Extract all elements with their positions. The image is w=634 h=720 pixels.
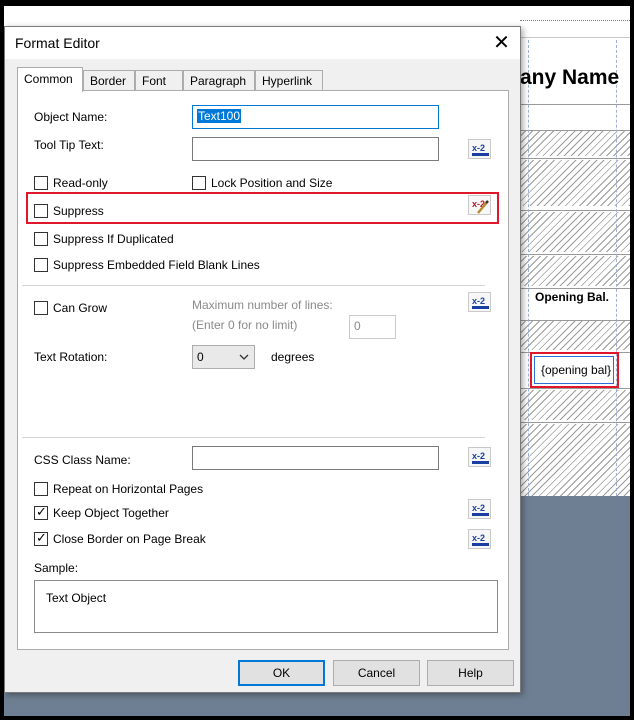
common-tab-panel <box>17 90 509 650</box>
tab-common[interactable]: Common <box>17 67 83 92</box>
close-border-label: Close Border on Page Break <box>53 532 206 546</box>
svg-text:x-2: x-2 <box>472 503 485 513</box>
band-hatch <box>520 212 630 252</box>
tooltip-text-input[interactable] <box>192 137 439 161</box>
suppress-formula-button[interactable]: x-2 <box>468 195 491 215</box>
formula-active-icon: x-2 <box>472 199 489 214</box>
object-name-input[interactable]: Text100 <box>192 105 439 129</box>
formula-icon: x-2 <box>472 503 489 516</box>
max-lines-hint: (Enter 0 for no limit) <box>192 318 298 332</box>
text-rotation-dropdown[interactable]: 0 <box>192 345 255 369</box>
band-hatch <box>520 160 630 206</box>
tab-hyperlink[interactable]: Hyperlink <box>255 70 323 91</box>
band-hatch <box>520 256 630 286</box>
screen-border-right <box>630 0 634 720</box>
band-hatch <box>520 424 630 496</box>
opening-bal-label: Opening Bal. <box>535 290 610 304</box>
sample-preview: Text Object <box>34 580 498 633</box>
css-class-formula-button[interactable]: x-2 <box>468 447 491 467</box>
section-divider <box>22 285 485 286</box>
object-name-value: Text100 <box>197 109 242 123</box>
ruler-ticks <box>520 20 630 28</box>
company-name-heading: any Name <box>520 66 620 89</box>
suppress-if-duplicated-label: Suppress If Duplicated <box>53 232 174 246</box>
repeat-horizontal-label: Repeat on Horizontal Pages <box>53 482 204 496</box>
repeat-horizontal-box <box>34 482 48 496</box>
band-hatch <box>520 390 630 420</box>
can-grow-box <box>34 301 48 315</box>
read-only-label: Read-only <box>53 176 108 190</box>
screen-border-bottom <box>0 716 634 720</box>
can-grow-label: Can Grow <box>53 301 108 315</box>
lock-position-label: Lock Position and Size <box>211 176 333 190</box>
tooltip-text-label: Tool Tip Text: <box>34 138 104 152</box>
cancel-button[interactable]: Cancel <box>333 660 420 686</box>
sample-label: Sample: <box>34 561 79 575</box>
css-class-input[interactable] <box>192 446 439 470</box>
max-lines-input[interactable]: 0 <box>349 315 396 339</box>
keep-together-formula-button[interactable]: x-2 <box>468 499 491 519</box>
css-class-label: CSS Class Name: <box>34 453 131 467</box>
horizontal-ruler <box>520 6 630 38</box>
formula-icon: x-2 <box>472 451 489 464</box>
tooltip-formula-button[interactable]: x-2 <box>468 139 491 159</box>
chevron-down-icon <box>239 354 249 360</box>
tab-border[interactable]: Border <box>83 70 135 91</box>
degrees-label: degrees <box>271 350 315 364</box>
checkmark-icon: ✓ <box>36 504 47 519</box>
formula-icon: x-2 <box>472 143 489 156</box>
suppress-blank-lines-box <box>34 258 48 272</box>
tab-paragraph[interactable]: Paragraph <box>183 70 255 91</box>
close-border-formula-button[interactable]: x-2 <box>468 529 491 549</box>
max-lines-label: Maximum number of lines: <box>192 298 333 312</box>
keep-together-box: ✓ <box>34 504 48 520</box>
opening-field-highlight <box>530 352 619 388</box>
svg-text:x-2: x-2 <box>472 143 485 153</box>
suppress-blank-lines-label: Suppress Embedded Field Blank Lines <box>53 258 260 272</box>
tab-font[interactable]: Font <box>135 70 183 91</box>
read-only-box <box>34 176 48 190</box>
formula-icon: x-2 <box>472 533 489 546</box>
formula-icon: x-2 <box>472 296 489 309</box>
screen-border-top <box>0 0 634 6</box>
close-icon[interactable]: ✕ <box>483 27 520 59</box>
close-border-box: ✓ <box>34 530 48 546</box>
suppress-if-duplicated-box <box>34 232 48 246</box>
lock-position-box <box>192 176 206 190</box>
text-rotation-value: 0 <box>197 350 204 364</box>
vertical-guide <box>616 40 617 496</box>
band-hatch <box>520 130 630 156</box>
dialog-title: Format Editor <box>15 35 100 51</box>
band-hatch <box>520 320 630 350</box>
svg-text:x-2: x-2 <box>472 533 485 543</box>
keep-together-label: Keep Object Together <box>53 506 169 520</box>
ok-button[interactable]: OK <box>238 660 325 686</box>
object-name-label: Object Name: <box>34 110 108 124</box>
svg-text:x-2: x-2 <box>472 296 485 306</box>
can-grow-formula-button[interactable]: x-2 <box>468 292 491 312</box>
vertical-guide <box>528 40 529 496</box>
checkmark-icon: ✓ <box>36 530 47 545</box>
suppress-label: Suppress <box>53 204 104 218</box>
help-button[interactable]: Help <box>427 660 514 686</box>
section-divider <box>22 437 485 438</box>
dialog-titlebar[interactable]: Format Editor ✕ <box>5 27 520 59</box>
svg-text:x-2: x-2 <box>472 451 485 461</box>
suppress-box <box>34 204 48 218</box>
text-rotation-label: Text Rotation: <box>34 350 108 364</box>
